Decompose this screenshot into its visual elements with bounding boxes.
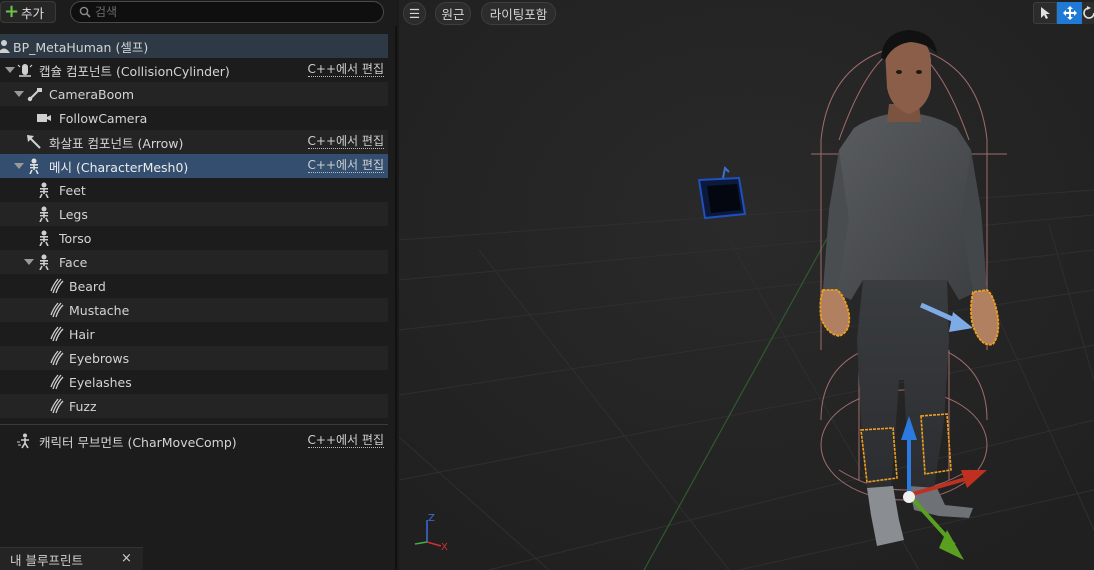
tree-row-hair[interactable]: Hair: [0, 322, 388, 346]
groom-hair-icon: [49, 326, 65, 342]
axis-z-label: Z: [428, 513, 435, 524]
tree-label-legs: Legs: [59, 206, 88, 222]
tree-label-charmove: 캐릭터 무브먼트 (CharMoveComp): [39, 434, 237, 450]
tree-row-feet[interactable]: Feet: [0, 178, 388, 202]
tree-row-beard[interactable]: Beard: [0, 274, 388, 298]
viewport-menu-button[interactable]: ☰: [403, 2, 426, 25]
capsule-icon: [17, 62, 33, 78]
collapse-arrow-icon[interactable]: [14, 91, 24, 97]
tree-label-face: Face: [59, 254, 88, 270]
groom-hair-icon: [49, 398, 65, 414]
lighting-mode-button[interactable]: 라이팅포함: [481, 2, 556, 25]
tree-row-root[interactable]: BP_MetaHuman (셀프): [0, 34, 388, 58]
person-icon: [0, 38, 12, 54]
add-component-button[interactable]: + 추가: [0, 1, 56, 23]
viewport[interactable]: Z X ☰ 원근 라이팅포함: [399, 0, 1094, 570]
hamburger-menu-icon: ☰: [408, 6, 421, 21]
my-blueprint-tab-label: 내 블루프린트: [10, 552, 83, 568]
edit-cpp-link[interactable]: C++에서 편집: [307, 134, 384, 149]
skeleton-icon: [36, 182, 52, 198]
skeleton-icon: [36, 230, 52, 246]
close-icon[interactable]: ×: [121, 551, 132, 566]
perspective-label: 원근: [441, 7, 465, 22]
rotate-mode-button[interactable]: [1082, 2, 1094, 24]
tree-row-charmove[interactable]: 캐릭터 무브먼트 (CharMoveComp) C++에서 편집: [0, 429, 388, 453]
tree-label-eyelashes: Eyelashes: [69, 374, 132, 390]
tree-divider: [0, 424, 388, 425]
collapse-arrow-icon[interactable]: [24, 259, 34, 265]
collapse-arrow-icon[interactable]: [5, 67, 15, 73]
spring-arm-icon: [27, 86, 43, 102]
components-toolbar: + 추가: [0, 0, 397, 26]
tree-row-mustache[interactable]: Mustache: [0, 298, 388, 322]
move-arrows-icon: [1062, 6, 1077, 20]
tree-row-legs[interactable]: Legs: [0, 202, 388, 226]
tree-label-followcamera: FollowCamera: [59, 110, 148, 126]
collapse-arrow-icon[interactable]: [14, 163, 24, 169]
tree-label-arrow: 화살표 컴포넌트 (Arrow): [49, 135, 184, 151]
groom-hair-icon: [49, 374, 65, 390]
tree-label-cameraboom: CameraBoom: [49, 86, 135, 102]
search-box[interactable]: [70, 1, 384, 23]
add-label: 추가: [21, 5, 45, 21]
plus-icon: +: [4, 1, 20, 22]
tree-label-beard: Beard: [69, 278, 106, 294]
groom-hair-icon: [49, 350, 65, 366]
perspective-button[interactable]: 원근: [435, 2, 471, 25]
tree-label-capsule: 캡슐 컴포넌트 (CollisionCylinder): [39, 63, 230, 79]
rotate-icon: [1083, 6, 1094, 19]
my-blueprint-tab[interactable]: 내 블루프린트 ×: [0, 547, 143, 570]
axis-x-label: X: [441, 542, 448, 553]
edit-cpp-link[interactable]: C++에서 편집: [307, 158, 384, 173]
tree-label-root: BP_MetaHuman (셀프): [13, 39, 149, 55]
edit-cpp-link[interactable]: C++에서 편집: [307, 433, 384, 448]
tree-label-mesh: 메시 (CharacterMesh0): [49, 159, 189, 175]
components-panel: + 추가 BP_MetaHuman (셀프) 캡슐 컴포넌트 (Collisio…: [0, 0, 397, 570]
tree-row-followcamera[interactable]: FollowCamera: [0, 106, 388, 130]
tree-label-hair: Hair: [69, 326, 95, 342]
tree-row-arrow[interactable]: 화살표 컴포넌트 (Arrow) C++에서 편집: [0, 130, 388, 154]
translate-mode-button[interactable]: [1057, 2, 1082, 24]
tree-row-eyelashes[interactable]: Eyelashes: [0, 370, 388, 394]
viewport-scene: Z X: [399, 0, 1094, 570]
tree-row-capsule[interactable]: 캡슐 컴포넌트 (CollisionCylinder) C++에서 편집: [0, 58, 388, 82]
tree-row-cameraboom[interactable]: CameraBoom: [0, 82, 388, 106]
tree-label-feet: Feet: [59, 182, 86, 198]
skeleton-icon: [36, 206, 52, 222]
skeleton-icon: [36, 254, 52, 270]
arrow-component-icon: [26, 134, 42, 150]
tree-row-mesh[interactable]: 메시 (CharacterMesh0) C++에서 편집: [0, 154, 388, 178]
select-mode-button[interactable]: [1033, 2, 1057, 24]
tree-row-fuzz[interactable]: Fuzz: [0, 394, 388, 418]
search-icon: [79, 6, 91, 18]
tree-label-eyebrows: Eyebrows: [69, 350, 130, 366]
cursor-icon: [1041, 7, 1050, 19]
camera-icon: [36, 110, 52, 126]
skeleton-icon: [26, 158, 42, 174]
search-input[interactable]: [95, 4, 375, 20]
tree-row-torso[interactable]: Torso: [0, 226, 388, 250]
groom-hair-icon: [49, 302, 65, 318]
tree-label-torso: Torso: [59, 230, 92, 246]
lighting-label: 라이팅포함: [489, 7, 548, 22]
edit-cpp-link[interactable]: C++에서 편집: [307, 62, 384, 77]
tree-row-eyebrows[interactable]: Eyebrows: [0, 346, 388, 370]
tree-row-face[interactable]: Face: [0, 250, 388, 274]
tree-label-mustache: Mustache: [69, 302, 130, 318]
tree-label-fuzz: Fuzz: [69, 398, 97, 414]
groom-hair-icon: [49, 278, 65, 294]
movement-icon: [16, 433, 32, 449]
